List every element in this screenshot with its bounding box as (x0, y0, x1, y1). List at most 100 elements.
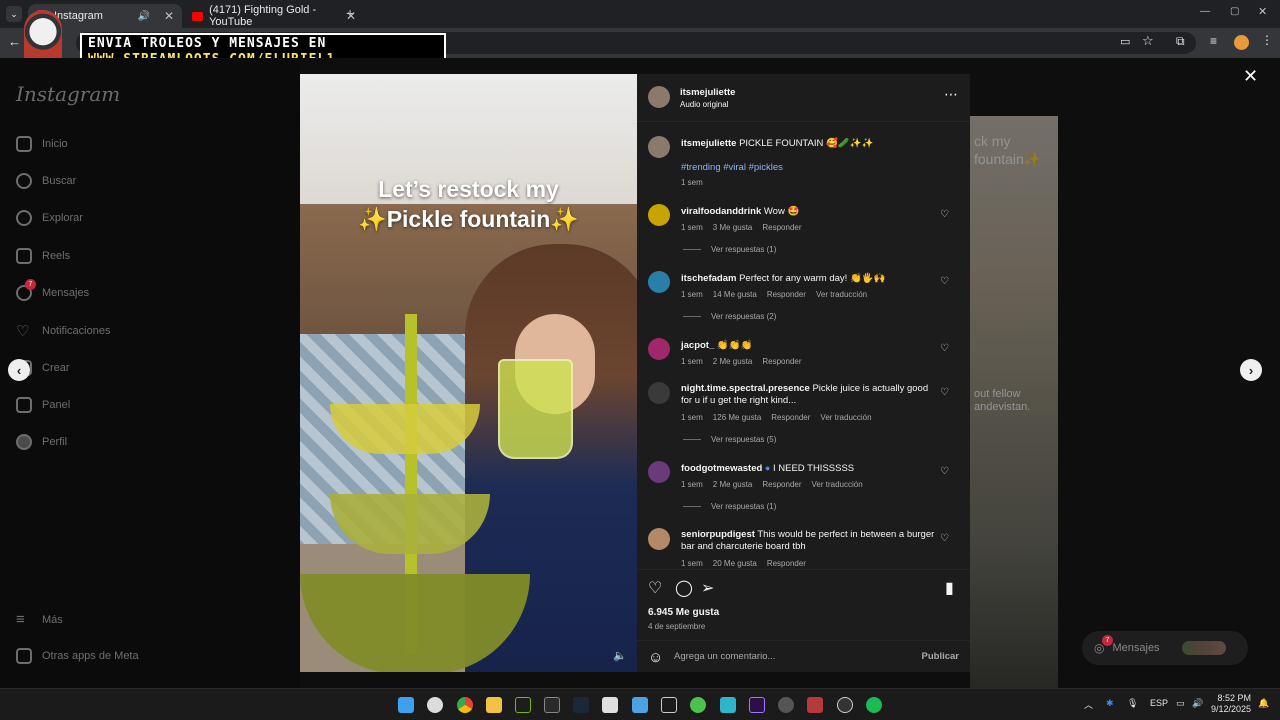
notepad-icon[interactable] (602, 697, 618, 713)
comment-username[interactable]: foodgotmewasted (681, 463, 762, 474)
commenter-avatar[interactable] (648, 338, 670, 360)
network-icon[interactable]: ▭ (1176, 698, 1185, 709)
share-icon[interactable]: ➢ (701, 578, 714, 598)
restore-icon[interactable]: ▢ (1230, 6, 1239, 17)
cast-icon[interactable]: ▭ (1120, 35, 1130, 48)
comment-likes[interactable]: 2 Me gusta (713, 480, 753, 489)
notes-icon[interactable] (720, 697, 736, 713)
like-comment-icon[interactable]: ♡ (940, 533, 949, 544)
caption-hashtags[interactable]: #trending #viral #pickles (681, 162, 783, 173)
comment-input[interactable]: Agrega un comentario... (674, 651, 775, 662)
microphone-icon[interactable]: 🎙 (1127, 698, 1138, 709)
author-avatar[interactable] (648, 136, 670, 158)
windows-start-icon[interactable] (398, 697, 414, 713)
volume-icon[interactable]: 🔈 (613, 649, 627, 662)
save-icon[interactable]: ▮ (945, 578, 954, 598)
steam-icon[interactable] (573, 697, 589, 713)
sidebar-item-perfil[interactable]: Perfil (16, 434, 67, 450)
game-icon[interactable] (807, 697, 823, 713)
author-avatar[interactable] (648, 86, 670, 108)
translate-button[interactable]: Ver traducción (812, 480, 863, 489)
premiere-icon[interactable] (749, 697, 765, 713)
xbox-icon[interactable] (544, 697, 560, 713)
commenter-avatar[interactable] (648, 461, 670, 483)
view-replies-button[interactable]: Ver respuestas (2) (683, 312, 776, 321)
like-comment-icon[interactable]: ♡ (940, 343, 949, 354)
tab-youtube[interactable]: (4171) Fighting Gold - YouTube ✕ (184, 4, 364, 28)
close-window-icon[interactable]: ✕ (1258, 5, 1267, 18)
author-username[interactable]: itsmejuliette (680, 87, 735, 98)
reply-button[interactable]: Responder (771, 413, 810, 422)
post-video[interactable]: Let’s restock my ✨Pickle fountain✨ 🔈 (300, 74, 637, 672)
previous-post-button[interactable]: ‹ (8, 359, 30, 381)
spotify-icon[interactable] (866, 697, 882, 713)
speaker-icon[interactable]: 🔊 (137, 11, 149, 22)
bookmark-star-icon[interactable]: ☆ (1142, 33, 1154, 49)
comment-likes[interactable]: 2 Me gusta (713, 357, 753, 366)
language-indicator[interactable]: ESP (1150, 698, 1168, 708)
like-icon[interactable]: ♡ (648, 578, 662, 598)
next-post-preview[interactable]: ck my fountain✨ out fellow andevistan. (970, 116, 1058, 688)
commenter-avatar[interactable] (648, 204, 670, 226)
sidebar-item-mensajes[interactable]: 7 Mensajes (16, 279, 89, 301)
instagram-logo[interactable]: Instagram (16, 82, 120, 106)
taskbar-clock[interactable]: 8:52 PM 9/12/2025 (1211, 693, 1251, 715)
close-icon[interactable]: ✕ (1243, 66, 1258, 87)
back-icon[interactable]: ← (8, 34, 21, 49)
xsplit-icon[interactable] (690, 697, 706, 713)
sidebar-item-explorar[interactable]: Explorar (16, 210, 83, 226)
extensions-icon[interactable]: ⧉ (1176, 34, 1185, 49)
player-icon[interactable] (837, 697, 853, 713)
reply-button[interactable]: Responder (762, 357, 801, 366)
browser-menu-icon[interactable]: ⋮ (1261, 33, 1273, 47)
comment-username[interactable]: jacpot_ (681, 340, 714, 351)
comment-likes[interactable]: 3 Me gusta (713, 223, 753, 232)
comment-likes[interactable]: 20 Me gusta (713, 559, 757, 568)
translate-button[interactable]: Ver traducción (816, 290, 867, 299)
obs-icon[interactable] (427, 697, 443, 713)
like-comment-icon[interactable]: ♡ (940, 276, 949, 287)
notifications-icon[interactable]: 🔔 (1258, 698, 1269, 709)
comment-likes[interactable]: 126 Me gusta (713, 413, 761, 422)
view-replies-button[interactable]: Ver respuestas (5) (683, 435, 776, 444)
more-options-icon[interactable]: ⋯ (944, 86, 958, 103)
sidebar-item-buscar[interactable]: Buscar (16, 173, 76, 189)
photos-icon[interactable] (632, 697, 648, 713)
bluetooth-icon[interactable]: ✱ (1106, 698, 1114, 709)
comment-username[interactable]: seniorpupdigest (681, 529, 755, 540)
sidebar-item-mas[interactable]: ≡ Más (16, 611, 63, 628)
close-tab-icon[interactable]: ✕ (164, 9, 174, 23)
file-explorer-icon[interactable] (486, 697, 502, 713)
messages-pill[interactable]: ◎ 7 Mensajes (1082, 631, 1248, 665)
sidebar-item-panel[interactable]: Panel (16, 397, 70, 413)
commenter-avatar[interactable] (648, 382, 670, 404)
media-icon[interactable] (778, 697, 794, 713)
view-replies-button[interactable]: Ver respuestas (1) (683, 502, 776, 511)
g-app-icon[interactable] (661, 697, 677, 713)
translate-button[interactable]: Ver traducción (820, 413, 871, 422)
emoji-icon[interactable]: ☺ (648, 649, 663, 666)
comment-icon[interactable]: ◯ (675, 578, 693, 598)
reply-button[interactable]: Responder (762, 480, 801, 489)
sidebar-item-notificaciones[interactable]: ♡ Notificaciones (16, 322, 110, 340)
nvidia-icon[interactable] (515, 697, 531, 713)
comment-username[interactable]: night.time.spectral.presence (681, 383, 810, 394)
volume-tray-icon[interactable]: 🔊 (1192, 698, 1203, 709)
tab-search-button[interactable]: ⌄ (6, 6, 22, 22)
likes-count[interactable]: 6.945 Me gusta (648, 607, 719, 618)
new-tab-button[interactable]: + (346, 5, 354, 21)
sidebar-item-otras-apps[interactable]: Otras apps de Meta (16, 648, 139, 664)
comment-likes[interactable]: 14 Me gusta (713, 290, 757, 299)
publish-button[interactable]: Publicar (922, 651, 960, 662)
reply-button[interactable]: Responder (767, 290, 806, 299)
reading-list-icon[interactable]: ≡ (1210, 34, 1217, 48)
commenter-avatar[interactable] (648, 528, 670, 550)
next-post-button[interactable]: › (1240, 359, 1262, 381)
sidebar-item-inicio[interactable]: Inicio (16, 136, 68, 152)
minimize-icon[interactable]: — (1200, 6, 1210, 17)
audio-label[interactable]: Audio original (680, 100, 728, 109)
reply-button[interactable]: Responder (762, 223, 801, 232)
comment-username[interactable]: viralfoodanddrink (681, 206, 761, 217)
chrome-icon[interactable] (457, 697, 473, 713)
reply-button[interactable]: Responder (767, 559, 806, 568)
